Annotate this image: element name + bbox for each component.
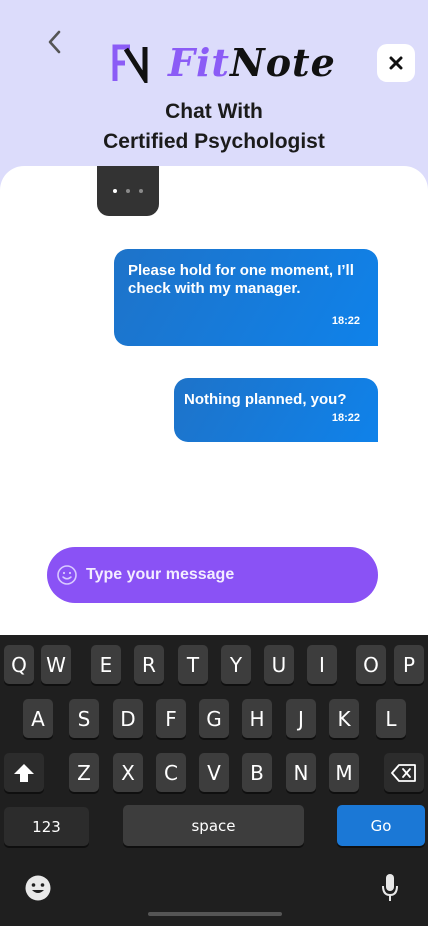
key-z[interactable]: Z bbox=[69, 753, 99, 792]
key-b[interactable]: B bbox=[242, 753, 272, 792]
key-w[interactable]: W bbox=[41, 645, 71, 684]
message-bubble-outgoing: Nothing planned, you? 18:22 bbox=[174, 378, 378, 442]
key-p[interactable]: P bbox=[394, 645, 424, 684]
key-l[interactable]: L bbox=[376, 699, 406, 738]
typing-dot bbox=[139, 189, 143, 193]
typing-dot bbox=[126, 189, 130, 193]
key-h[interactable]: H bbox=[242, 699, 272, 738]
key-t[interactable]: T bbox=[178, 645, 208, 684]
key-u[interactable]: U bbox=[264, 645, 294, 684]
message-bubble-outgoing: Please hold for one moment, I’ll check w… bbox=[114, 249, 378, 346]
key-j[interactable]: J bbox=[286, 699, 316, 738]
back-button[interactable] bbox=[40, 28, 68, 56]
key-f[interactable]: F bbox=[156, 699, 186, 738]
message-time: 18:22 bbox=[331, 315, 360, 327]
key-q[interactable]: Q bbox=[4, 645, 34, 684]
keyboard: Q W E R T Y U I O P A S D F G H J K L Z … bbox=[0, 635, 428, 926]
key-m[interactable]: M bbox=[329, 753, 359, 792]
shift-icon bbox=[14, 763, 34, 782]
key-g[interactable]: G bbox=[199, 699, 229, 738]
backspace-key[interactable] bbox=[384, 753, 424, 792]
typing-dot bbox=[113, 189, 117, 193]
page-title-line1: Chat With bbox=[165, 100, 263, 123]
message-time: 18:22 bbox=[331, 412, 360, 424]
numbers-key[interactable]: 123 bbox=[4, 807, 89, 846]
key-a[interactable]: A bbox=[23, 699, 53, 738]
logo-note: Note bbox=[229, 40, 336, 85]
chat-panel: Please hold for one moment, I’ll check w… bbox=[0, 166, 428, 636]
key-e[interactable]: E bbox=[91, 645, 121, 684]
go-key[interactable]: Go bbox=[337, 805, 425, 846]
logo-fit: Fit bbox=[168, 40, 230, 85]
key-n[interactable]: N bbox=[286, 753, 316, 792]
home-indicator bbox=[148, 912, 282, 916]
chevron-left-icon bbox=[48, 30, 61, 54]
page-title-line2: Certified Psychologist bbox=[103, 130, 325, 153]
key-k[interactable]: K bbox=[329, 699, 359, 738]
key-i[interactable]: I bbox=[307, 645, 337, 684]
backspace-icon bbox=[391, 763, 416, 782]
shift-key[interactable] bbox=[4, 753, 44, 792]
mic-icon[interactable] bbox=[380, 872, 400, 904]
fitnote-logo-icon bbox=[112, 44, 148, 83]
header: FitNote Chat With Certified Psychologist bbox=[0, 0, 428, 170]
message-placeholder: Type your message bbox=[86, 566, 235, 583]
logo-wordmark: FitNote bbox=[168, 42, 336, 84]
typing-indicator bbox=[97, 166, 159, 216]
key-o[interactable]: O bbox=[356, 645, 386, 684]
space-key[interactable]: space bbox=[123, 805, 304, 846]
key-r[interactable]: R bbox=[134, 645, 164, 684]
key-s[interactable]: S bbox=[69, 699, 99, 738]
close-button[interactable] bbox=[377, 44, 415, 82]
key-y[interactable]: Y bbox=[221, 645, 251, 684]
message-text: Please hold for one moment, I’ll check w… bbox=[128, 262, 354, 297]
key-d[interactable]: D bbox=[113, 699, 143, 738]
key-c[interactable]: C bbox=[156, 753, 186, 792]
message-input[interactable]: Type your message bbox=[47, 547, 378, 603]
app-logo: FitNote bbox=[112, 42, 336, 84]
emoji-icon[interactable] bbox=[56, 564, 78, 586]
emoji-keyboard-icon[interactable] bbox=[24, 874, 52, 902]
key-v[interactable]: V bbox=[199, 753, 229, 792]
close-icon bbox=[389, 56, 403, 70]
key-x[interactable]: X bbox=[113, 753, 143, 792]
message-text: Nothing planned, you? bbox=[184, 391, 347, 408]
